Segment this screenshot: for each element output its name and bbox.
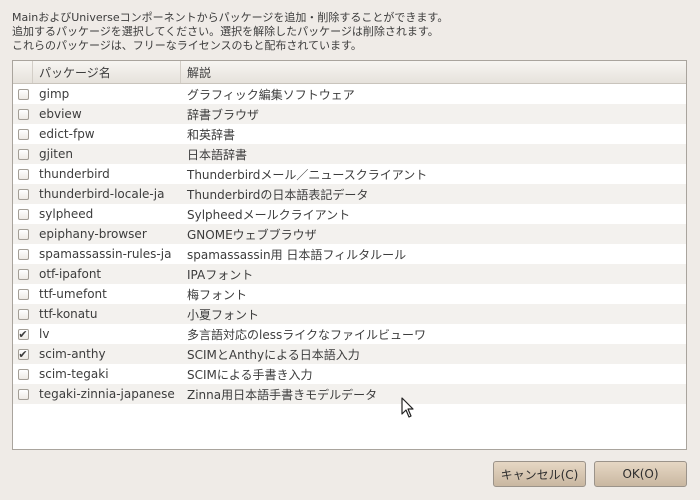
row-checkbox-cell (13, 148, 33, 160)
row-checkbox-cell: ✔ (13, 347, 33, 361)
package-name: lv (39, 327, 50, 341)
unchecked-checkbox[interactable] (17, 268, 29, 280)
row-checkbox-cell: ✔ (13, 327, 33, 341)
description-line: MainおよびUniverseコンポーネントからパッケージを追加・削除することが… (12, 11, 449, 24)
unchecked-checkbox[interactable] (17, 128, 29, 140)
unchecked-checkbox[interactable] (17, 108, 29, 120)
table-row[interactable]: thunderbird-locale-ja Thunderbirdの日本語表記デー… (13, 184, 686, 204)
package-description: Zinna用日本語手書きモデルデータ (187, 387, 378, 402)
package-description: 和英辞書 (187, 127, 236, 142)
table-row[interactable]: ttf-konatu 小夏フォント (13, 304, 686, 324)
unchecked-checkbox[interactable] (17, 88, 29, 100)
row-checkbox-cell (13, 188, 33, 200)
unchecked-checkbox[interactable] (17, 148, 29, 160)
description-text: MainおよびUniverseコンポーネントからパッケージを追加・削除することが… (12, 11, 448, 53)
row-checkbox-cell (13, 368, 33, 380)
unchecked-checkbox[interactable] (17, 188, 29, 200)
cancel-button[interactable]: キャンセル(C) (493, 461, 586, 487)
column-header-description[interactable]: 解説 (181, 61, 686, 83)
row-checkbox-cell (13, 128, 33, 140)
table-row[interactable]: otf-ipafont IPAフォント (13, 264, 686, 284)
row-checkbox-cell (13, 388, 33, 400)
table-row[interactable]: ✔ scim-anthy SCIMとAnthyによる日本語入力 (13, 344, 686, 364)
checkmark-icon: ✔ (18, 327, 28, 341)
package-description: Sylpheedメールクライアント (187, 207, 351, 222)
package-name: epiphany-browser (39, 227, 147, 241)
description-line: 追加するパッケージを選択してください。選択を解除したパッケージは削除されます。 (12, 25, 439, 38)
table-row[interactable]: tegaki-zinnia-japanese Zinna用日本語手書きモデルデータ (13, 384, 686, 404)
column-header-package-name[interactable]: パッケージ名 (33, 61, 181, 83)
package-name: scim-tegaki (39, 367, 109, 381)
package-description: グラフィック編集ソフトウェア (187, 87, 355, 102)
package-name: gimp (39, 87, 70, 101)
row-checkbox-cell (13, 108, 33, 120)
table-row[interactable]: ebview 辞書ブラウザ (13, 104, 686, 124)
mouse-cursor-icon (401, 397, 414, 418)
table-row[interactable]: spamassassin-rules-ja spamassassin用 日本語フィ… (13, 244, 686, 264)
ok-button[interactable]: OK(O) (594, 461, 687, 487)
unchecked-checkbox[interactable] (17, 208, 29, 220)
table-row[interactable]: gimp グラフィック編集ソフトウェア (13, 84, 686, 104)
package-name: thunderbird (39, 167, 110, 181)
package-description: 多言語対応のlessライクなファイルビューワ (187, 327, 426, 342)
package-description: 日本語辞書 (187, 147, 248, 162)
row-checkbox-cell (13, 208, 33, 220)
package-description: SCIMとAnthyによる日本語入力 (187, 347, 360, 362)
row-checkbox-cell (13, 228, 33, 240)
package-name: ebview (39, 107, 82, 121)
table-body: gimp グラフィック編集ソフトウェア ebview 辞書ブラウザ edict-fpw 和… (13, 84, 686, 404)
description-line: これらのパッケージは、フリーなライセンスのもと配布されています。 (12, 39, 362, 52)
package-name: scim-anthy (39, 347, 106, 361)
checked-checkbox[interactable]: ✔ (17, 327, 29, 341)
unchecked-checkbox[interactable] (17, 228, 29, 240)
unchecked-checkbox[interactable] (17, 168, 29, 180)
row-checkbox-cell (13, 168, 33, 180)
table-row[interactable]: ttf-umefont 梅フォント (13, 284, 686, 304)
package-table[interactable]: パッケージ名 解説 gimp グラフィック編集ソフトウェア ebview 辞書ブラウザ… (12, 60, 687, 450)
table-row[interactable]: sylpheed Sylpheedメールクライアント (13, 204, 686, 224)
table-row[interactable]: edict-fpw 和英辞書 (13, 124, 686, 144)
package-description: SCIMによる手書き入力 (187, 367, 313, 382)
table-row[interactable]: gjiten 日本語辞書 (13, 144, 686, 164)
unchecked-checkbox[interactable] (17, 308, 29, 320)
row-checkbox-cell (13, 288, 33, 300)
checkmark-icon: ✔ (18, 347, 28, 361)
package-description: GNOMEウェブブラウザ (187, 227, 317, 242)
package-name: otf-ipafont (39, 267, 102, 281)
package-description: IPAフォント (187, 267, 254, 282)
unchecked-checkbox[interactable] (17, 368, 29, 380)
column-header-check[interactable] (13, 61, 33, 83)
package-description: Thunderbirdメール／ニュースクライアント (187, 167, 428, 182)
package-name: sylpheed (39, 207, 94, 221)
package-description: spamassassin用 日本語フィルタルール (187, 247, 407, 262)
package-description: Thunderbirdの日本語表記データ (187, 187, 369, 202)
table-row[interactable]: epiphany-browser GNOMEウェブブラウザ (13, 224, 686, 244)
package-name: ttf-konatu (39, 307, 98, 321)
checked-checkbox[interactable]: ✔ (17, 347, 29, 361)
unchecked-checkbox[interactable] (17, 288, 29, 300)
row-checkbox-cell (13, 248, 33, 260)
row-checkbox-cell (13, 268, 33, 280)
unchecked-checkbox[interactable] (17, 388, 29, 400)
table-row[interactable]: ✔ lv 多言語対応のlessライクなファイルビューワ (13, 324, 686, 344)
row-checkbox-cell (13, 308, 33, 320)
package-name: edict-fpw (39, 127, 95, 141)
table-header: パッケージ名 解説 (13, 61, 686, 84)
package-description: 小夏フォント (187, 307, 260, 322)
package-description: 梅フォント (187, 287, 248, 302)
package-name: thunderbird-locale-ja (39, 187, 165, 201)
package-name: gjiten (39, 147, 73, 161)
package-name: ttf-umefont (39, 287, 107, 301)
package-description: 辞書ブラウザ (187, 107, 260, 122)
table-row[interactable]: scim-tegaki SCIMによる手書き入力 (13, 364, 686, 384)
package-name: tegaki-zinnia-japanese (39, 387, 175, 401)
table-row[interactable]: thunderbird Thunderbirdメール／ニュースクライアント (13, 164, 686, 184)
package-name: spamassassin-rules-ja (39, 247, 172, 261)
row-checkbox-cell (13, 88, 33, 100)
unchecked-checkbox[interactable] (17, 248, 29, 260)
